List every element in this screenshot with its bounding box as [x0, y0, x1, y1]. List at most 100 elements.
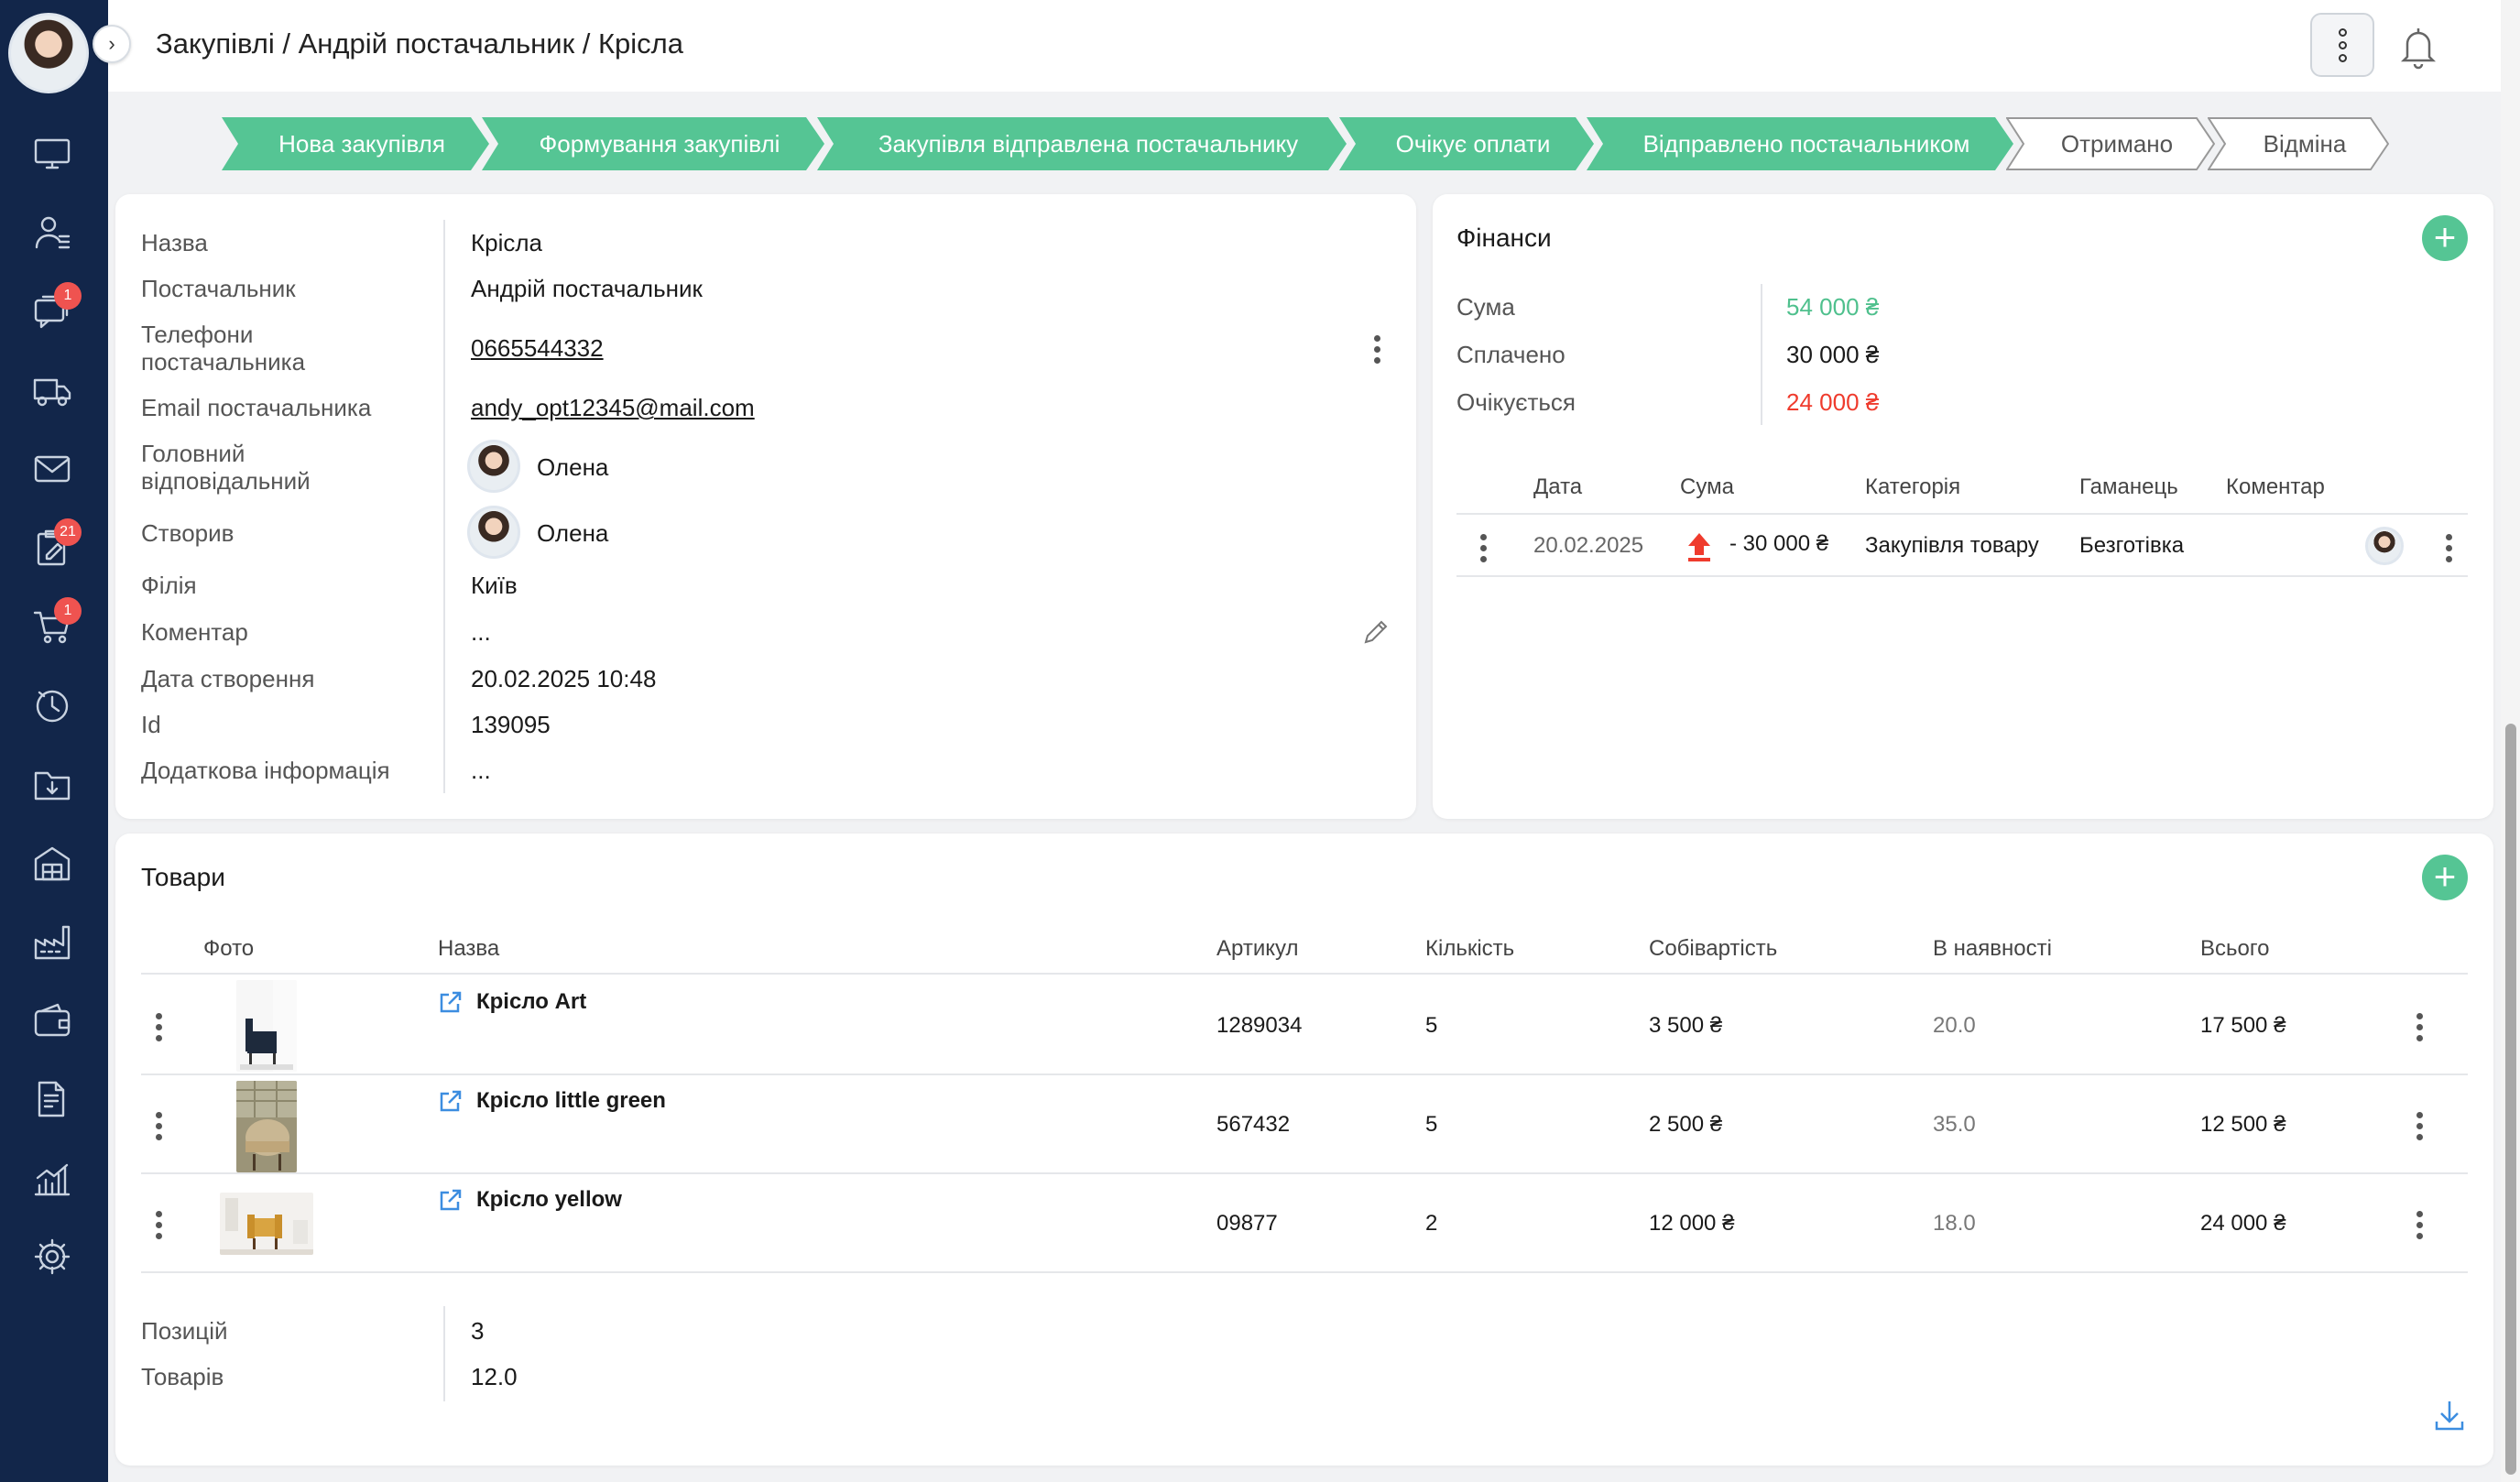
- nav-warehouse[interactable]: [30, 841, 74, 885]
- chat-badge: 1: [54, 282, 82, 310]
- row-actions-icon[interactable]: [2415, 1211, 2424, 1239]
- truck-icon: [33, 378, 71, 407]
- finance-paid-value: 30 000 ₴: [1786, 341, 1880, 368]
- branch-value: Київ: [471, 572, 518, 599]
- nav-history[interactable]: [30, 683, 74, 727]
- nav-documents[interactable]: [30, 1077, 74, 1121]
- product-qty: 5: [1425, 1112, 1438, 1137]
- email-link[interactable]: andy_opt12345@mail.com: [471, 394, 755, 421]
- finance-title: Фінанси: [1456, 223, 1552, 252]
- finance-paid-label: Сплачено: [1456, 341, 1565, 368]
- finance-card: [1433, 194, 2493, 819]
- purchase-info-card: [115, 194, 1416, 819]
- row-line: [141, 1172, 2468, 1174]
- step-shipped-by-supplier[interactable]: Відправлено постачальником: [1587, 117, 2013, 170]
- product-link[interactable]: Крісло Art: [438, 989, 586, 1015]
- fin-row-author-avatar: [2365, 527, 2404, 565]
- row-menu-icon[interactable]: [154, 1013, 163, 1041]
- chevron-right-icon: ›: [108, 32, 115, 55]
- fin-col-date: Дата: [1533, 474, 1583, 499]
- step-cancel[interactable]: Відміна: [2208, 117, 2389, 170]
- row-menu-icon[interactable]: [154, 1211, 163, 1239]
- more-vertical-icon: [2338, 27, 2347, 62]
- created-date-label: Дата створення: [141, 665, 315, 692]
- fin-row-date: 20.02.2025: [1533, 533, 1644, 558]
- comment-label: Коментар: [141, 618, 248, 646]
- nav-tasks[interactable]: 21: [30, 518, 82, 570]
- collapse-sidebar-button[interactable]: ›: [93, 25, 131, 63]
- col-qty: Кількість: [1425, 936, 1515, 961]
- col-total: Всього: [2200, 936, 2270, 961]
- product-link[interactable]: Крісло yellow: [438, 1187, 622, 1213]
- products-title: Товари: [141, 863, 225, 891]
- add-payment-button[interactable]: +: [2422, 215, 2468, 261]
- nav-settings[interactable]: [30, 1235, 74, 1279]
- step-forming[interactable]: Формування закупівлі: [482, 117, 824, 170]
- fin-row-line: [1456, 575, 2468, 577]
- positions-value: 3: [471, 1317, 485, 1345]
- finance-expected-value: 24 000 ₴: [1786, 388, 1880, 416]
- product-stock: 20.0: [1933, 1013, 1976, 1038]
- mail-icon: [34, 455, 71, 483]
- step-new[interactable]: Нова закупівля: [222, 117, 489, 170]
- chart-icon: [34, 1163, 71, 1196]
- step-received[interactable]: Отримано: [2006, 117, 2215, 170]
- extra-value: ...: [471, 757, 491, 784]
- product-total: 12 500 ₴: [2200, 1112, 2286, 1137]
- step-sent-to-supplier[interactable]: Закупівля відправлена постачальнику: [817, 117, 1347, 170]
- step-awaiting-payment[interactable]: Очікує оплати: [1339, 117, 1594, 170]
- info-divider: [443, 220, 445, 793]
- row-menu-icon[interactable]: [154, 1112, 163, 1140]
- pencil-icon[interactable]: [1361, 617, 1391, 647]
- name-value: Крісла: [471, 229, 543, 256]
- product-qty: 2: [1425, 1211, 1438, 1236]
- product-sku: 09877: [1216, 1211, 1278, 1236]
- goods-label: Товарів: [141, 1363, 224, 1390]
- product-cost: 3 500 ₴: [1649, 1013, 1723, 1038]
- finance-sum-label: Сума: [1456, 293, 1515, 321]
- phone-menu-icon[interactable]: [1372, 335, 1381, 364]
- product-link[interactable]: Крісло little green: [438, 1088, 666, 1114]
- col-name: Назва: [438, 936, 500, 961]
- phone-link[interactable]: 0665544332: [471, 334, 604, 362]
- product-stock: 35.0: [1933, 1112, 1976, 1137]
- add-product-button[interactable]: +: [2422, 855, 2468, 900]
- responsible-value: Олена: [537, 453, 609, 481]
- product-cost: 12 000 ₴: [1649, 1211, 1735, 1236]
- id-value: 139095: [471, 711, 551, 738]
- nav-mail[interactable]: [30, 447, 74, 491]
- row-actions-icon[interactable]: [2415, 1013, 2424, 1041]
- product-sku: 1289034: [1216, 1013, 1303, 1038]
- download-icon[interactable]: [2433, 1398, 2466, 1433]
- user-avatar[interactable]: [8, 13, 89, 93]
- id-label: Id: [141, 711, 161, 738]
- product-cost: 2 500 ₴: [1649, 1112, 1723, 1137]
- fin-row-menu-icon[interactable]: [1478, 534, 1488, 562]
- finance-sum-value: 54 000 ₴: [1786, 293, 1880, 321]
- extra-label: Додаткова інформація: [141, 757, 390, 784]
- nav-wallet[interactable]: [30, 998, 74, 1042]
- positions-label: Позицій: [141, 1317, 228, 1345]
- nav-chat[interactable]: 1: [30, 282, 82, 333]
- external-link-icon: [440, 991, 462, 1013]
- nav-production[interactable]: [30, 920, 74, 964]
- nav-analytics[interactable]: [30, 1156, 74, 1200]
- user-list-icon: [35, 216, 71, 249]
- nav-clients[interactable]: [30, 211, 74, 255]
- external-link-icon: [440, 1090, 462, 1112]
- nav-purchases[interactable]: 1: [30, 597, 82, 648]
- col-sku: Артикул: [1216, 936, 1299, 961]
- row-line: [141, 1073, 2468, 1075]
- scrollbar-thumb[interactable]: [2505, 724, 2516, 1475]
- cart-badge: 1: [54, 597, 82, 625]
- fin-row-actions-icon[interactable]: [2444, 534, 2453, 562]
- row-actions-icon[interactable]: [2415, 1112, 2424, 1140]
- fin-col-sum: Сума: [1680, 474, 1734, 499]
- fin-col-comment: Коментар: [2226, 474, 2325, 499]
- nav-delivery[interactable]: [30, 368, 74, 412]
- bell-icon[interactable]: [2393, 20, 2444, 71]
- more-actions-button[interactable]: [2310, 13, 2374, 77]
- nav-files[interactable]: [30, 762, 74, 806]
- summary-divider: [443, 1306, 445, 1401]
- outgoing-arrow-icon: [1688, 533, 1710, 561]
